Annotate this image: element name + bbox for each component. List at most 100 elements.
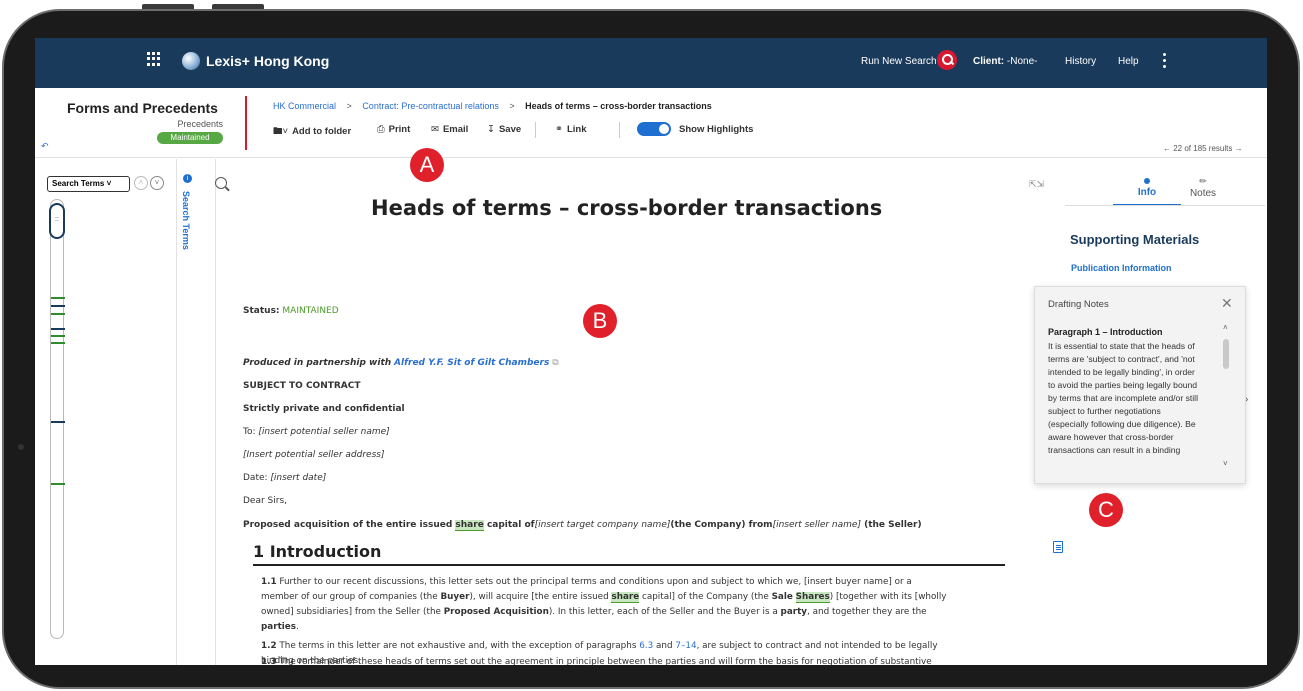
publication-information-link[interactable]: Publication Information — [1071, 263, 1172, 273]
term-hit-marker[interactable] — [51, 313, 65, 315]
search-terms-select[interactable]: Search Terms ˅ — [47, 176, 130, 192]
brand-name[interactable]: Lexis+ Hong Kong — [206, 53, 329, 69]
save-label: Save — [498, 124, 522, 135]
para-text: ) [together with its [wholly — [829, 592, 947, 602]
cross-reference-link[interactable]: 7–14 — [675, 641, 696, 651]
save-button[interactable]: ↧ Save — [487, 124, 521, 135]
search-terms-panel[interactable]: i Search Terms — [178, 159, 216, 665]
search-within-icon[interactable] — [215, 177, 227, 189]
help-link[interactable]: Help — [1118, 56, 1139, 67]
client-value: -None- — [1006, 56, 1038, 67]
callout-marker: B — [583, 304, 617, 338]
apps-grid-icon[interactable] — [147, 52, 161, 66]
breadcrumb-item[interactable]: Contract: Pre-contractual relations — [362, 101, 499, 111]
tab-info-label: Info — [1137, 187, 1157, 198]
drafting-notes-line: aware however that cross-border — [1048, 432, 1174, 442]
paragraph-1-1: 1.1 Further to our recent discussions, t… — [261, 575, 1001, 635]
email-button[interactable]: ✉ Email — [431, 124, 468, 135]
para-text: capital] of the Company (the — [639, 592, 772, 602]
breadcrumb-separator: > — [346, 101, 352, 111]
cross-reference-link[interactable]: 6.3 — [639, 641, 653, 651]
search-hit[interactable]: share — [455, 520, 484, 531]
tab-info[interactable]: Info — [1123, 178, 1171, 198]
link-label: Link — [566, 124, 587, 135]
history-link[interactable]: History — [1065, 56, 1096, 67]
highlights-toggle[interactable] — [637, 122, 671, 136]
camera — [18, 444, 24, 450]
toolbar-divider — [619, 122, 620, 138]
proposed-text: (the Seller) — [860, 520, 922, 530]
search-icon[interactable] — [937, 50, 957, 70]
breadcrumb: HK Commercial > Contract: Pre-contractua… — [273, 101, 712, 111]
drafting-notes-scrollbar[interactable] — [1223, 339, 1229, 369]
show-highlights-label: Show Highlights — [679, 124, 754, 135]
breadcrumb-current: Heads of terms – cross-border transactio… — [525, 101, 712, 111]
proposed-acquisition-line: Proposed acquisition of the entire issue… — [243, 520, 922, 531]
expand-icon[interactable]: ⇱⇲ — [1029, 179, 1044, 190]
drafting-note-icon[interactable] — [1053, 541, 1063, 553]
term-hit-marker[interactable] — [51, 305, 65, 307]
printer-icon: ⎙ — [377, 124, 385, 135]
print-button[interactable]: ⎙ Print — [377, 124, 410, 135]
breadcrumb-separator: > — [509, 101, 515, 111]
section-rule — [253, 564, 1005, 566]
produced-prefix: Produced in partnership with — [243, 358, 392, 368]
para-text: owned] subsidiaries] from the Seller (th… — [261, 607, 444, 617]
status-value: MAINTAINED — [282, 306, 339, 316]
term-hit-marker[interactable] — [51, 483, 65, 485]
para-text: ). In this letter, each of the Seller an… — [548, 607, 781, 617]
drafting-notes-line: (especially following due diligence). Be — [1048, 419, 1196, 429]
document-title: Heads of terms – cross-border transactio… — [371, 196, 883, 220]
search-hit[interactable]: Shares — [795, 592, 830, 603]
term-hit-marker[interactable] — [51, 328, 65, 330]
para-text: , and together they are the — [807, 607, 927, 617]
para-text: The remainder of these heads of terms se… — [276, 657, 932, 665]
close-icon[interactable]: ✕ — [1221, 295, 1233, 312]
scroll-up-icon[interactable]: ˄ — [1223, 323, 1228, 332]
search-terms-select-label: Search Terms — [52, 179, 105, 188]
term-hit-marker[interactable] — [51, 297, 65, 299]
next-term-button[interactable]: ˅ — [150, 176, 164, 190]
to-line: To: [insert potential seller name] — [243, 427, 390, 437]
author-link[interactable]: Alfred Y.F. Sit of Gilt Chambers — [394, 358, 549, 368]
chevron-down-icon: ˅ — [106, 179, 112, 188]
address-line: [Insert potential seller address] — [243, 450, 384, 460]
breadcrumb-item[interactable]: HK Commercial — [273, 101, 336, 111]
back-arrow-icon[interactable]: ↶ — [41, 141, 49, 152]
add-to-folder-button[interactable]: 🖿˅ Add to folder — [273, 124, 351, 140]
info-dot-icon — [1144, 178, 1150, 184]
previous-term-button[interactable]: ˄ — [134, 176, 148, 190]
link-button[interactable]: ⚭ Link — [555, 124, 587, 135]
drafting-notes-line: intended to be legally binding', in orde… — [1048, 367, 1195, 377]
proposed-placeholder: [insert seller name] — [772, 520, 861, 530]
callout-marker: C — [1089, 493, 1123, 527]
more-menu-icon[interactable] — [1163, 53, 1167, 69]
term-hit-marker[interactable] — [51, 421, 65, 423]
term-map-track[interactable] — [50, 199, 64, 639]
term-map-handle[interactable]: :: — [49, 203, 65, 239]
results-pager[interactable]: ← 22 of 185 results → — [1163, 144, 1243, 153]
lexis-logo-icon[interactable] — [182, 52, 200, 70]
search-hit[interactable]: share — [611, 592, 640, 603]
defined-term: Proposed Acquisition — [443, 607, 549, 617]
drafting-notes-line: to avoid the parties being legally bound — [1048, 380, 1198, 390]
external-link-icon[interactable]: ⧉ — [552, 358, 558, 368]
drafting-notes-popover: Drafting Notes ✕ Paragraph 1 – Introduct… — [1034, 286, 1246, 484]
header-divider — [245, 96, 247, 150]
supporting-materials-heading: Supporting Materials — [1070, 232, 1200, 247]
content-type-label: Precedents — [177, 119, 223, 129]
tab-notes[interactable]: ✏ Notes — [1183, 176, 1223, 199]
paragraph-1-3: 1.3 The remainder of these heads of term… — [261, 655, 1001, 665]
client-selector[interactable]: Client: -None- — [973, 56, 1037, 67]
search-terms-vertical-label[interactable]: Search Terms — [181, 191, 191, 250]
run-new-search-link[interactable]: Run New Search — [861, 56, 937, 67]
drafting-notes-line: by terms that are incomplete and/or stil… — [1048, 393, 1198, 403]
term-hit-marker[interactable] — [51, 342, 65, 344]
add-to-folder-label: Add to folder — [292, 126, 352, 137]
defined-term: Buyer — [440, 592, 470, 602]
term-hit-marker[interactable] — [51, 335, 65, 337]
to-value: [insert potential seller name] — [258, 427, 390, 437]
status-badge: Maintained — [157, 132, 223, 144]
save-icon: ↧ — [487, 124, 495, 135]
scroll-down-icon[interactable]: ˅ — [1223, 459, 1228, 468]
